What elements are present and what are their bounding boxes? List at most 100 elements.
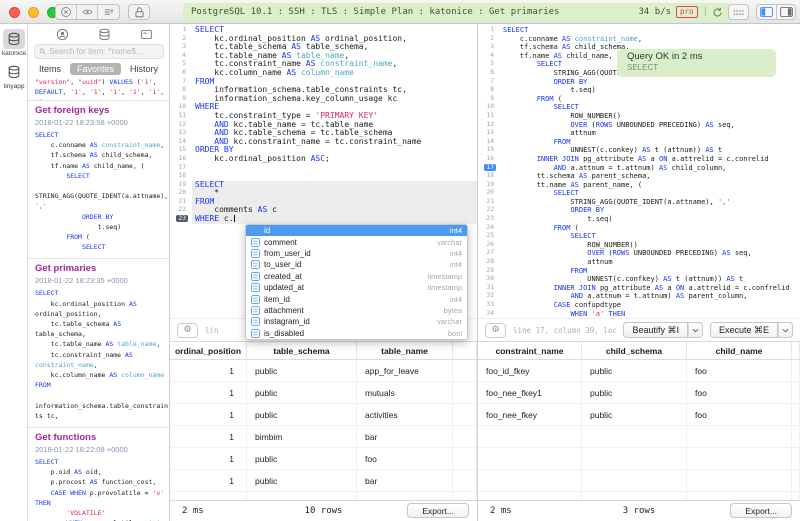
table-cell[interactable]: public: [247, 360, 357, 381]
table-row[interactable]: 1bimbimbar: [170, 426, 477, 448]
search-field[interactable]: [34, 44, 164, 59]
execute-menu-button[interactable]: [778, 322, 793, 338]
column-header[interactable]: table_name: [357, 342, 453, 359]
table-cell[interactable]: [478, 448, 582, 469]
table-cell[interactable]: 1: [170, 382, 247, 403]
table-cell[interactable]: [478, 492, 582, 500]
table-cell[interactable]: public: [582, 404, 687, 425]
column-header[interactable]: child_name: [687, 342, 792, 359]
code-line[interactable]: 32 AND a.attnum = t.attnum) AS parent_co…: [478, 292, 800, 301]
gear-button[interactable]: ⚙︎: [177, 323, 198, 338]
list-item[interactable]: Get functions2018-01-22 18:22:08 +0000SE…: [28, 427, 169, 521]
table-row[interactable]: [478, 426, 800, 448]
code-line[interactable]: 27 OVER (ROWS UNBOUNDED PRECEDING) AS se…: [478, 249, 800, 258]
table-cell[interactable]: bar: [357, 470, 453, 491]
code-line[interactable]: 2 c.conname AS constraint_name,: [478, 35, 800, 44]
table-row[interactable]: foo_nee_fkey1publicfoo: [478, 382, 800, 404]
table-row[interactable]: [478, 448, 800, 470]
export-button[interactable]: Export...: [730, 503, 792, 518]
lock-button[interactable]: [128, 4, 150, 20]
table-cell[interactable]: foo: [687, 382, 792, 403]
autocomplete-item[interactable]: from_user_idint4: [246, 248, 467, 259]
code-line[interactable]: 10 SELECT: [478, 103, 800, 112]
code-line[interactable]: 23 t.seq): [478, 215, 800, 224]
table-cell[interactable]: 1: [170, 360, 247, 381]
code-line[interactable]: 24 FROM (: [478, 224, 800, 233]
code-line[interactable]: 22 ORDER BY: [478, 206, 800, 215]
disconnect-button[interactable]: [56, 5, 77, 19]
table-row[interactable]: foo_id_fkeypublicfoo: [478, 360, 800, 382]
autocomplete-item[interactable]: item_idint4: [246, 293, 467, 304]
table-cell[interactable]: 1: [170, 426, 247, 447]
code-line[interactable]: 30 UNNEST(c.confkey) AS t (attnum)) AS t: [478, 275, 800, 284]
table-cell[interactable]: [582, 492, 687, 500]
database-button[interactable]: [98, 28, 111, 41]
code-line[interactable]: 29 FROM: [478, 267, 800, 276]
list-item[interactable]: Get foreign keys2018-01-22 18:23:58 +000…: [28, 100, 169, 258]
code-line[interactable]: 1SELECT: [478, 26, 800, 35]
table-cell[interactable]: [582, 470, 687, 491]
list-item-clipped[interactable]: "version", "uuid") VALUES ('1', DEFAULT,…: [28, 76, 169, 100]
table-row[interactable]: 1publicapp_for_leave: [170, 360, 477, 382]
table-cell[interactable]: public: [247, 382, 357, 403]
table-cell[interactable]: bar: [357, 426, 453, 447]
code-line[interactable]: 28 attnum: [478, 258, 800, 267]
table-cell[interactable]: [582, 448, 687, 469]
column-header[interactable]: constraint_name: [478, 342, 582, 359]
table-cell[interactable]: public: [582, 382, 687, 403]
table-cell[interactable]: bookings: [357, 492, 453, 500]
code-line[interactable]: 23WHERE c.: [170, 215, 477, 224]
table-cell[interactable]: foo_nee_fkey: [478, 404, 582, 425]
autocomplete-item[interactable]: is_disabledbool: [246, 328, 467, 339]
table-cell[interactable]: mutuals: [357, 382, 453, 403]
code-line[interactable]: 26 ROW_NUMBER(): [478, 241, 800, 250]
tab-favorites[interactable]: Favorites: [70, 63, 121, 75]
code-line[interactable]: 17 AND a.attnum = t.attnum) AS child_col…: [478, 164, 800, 173]
table-cell[interactable]: [478, 426, 582, 447]
table-cell[interactable]: foo: [357, 448, 453, 469]
table-cell[interactable]: [582, 426, 687, 447]
autocomplete-item[interactable]: created_attimestamp: [246, 271, 467, 282]
table-row[interactable]: 1publicbar: [170, 470, 477, 492]
table-cell[interactable]: [478, 470, 582, 491]
table-cell[interactable]: foo_nee_fkey1: [478, 382, 582, 403]
table-row[interactable]: [478, 492, 800, 500]
autocomplete-item[interactable]: updated_attimestamp: [246, 282, 467, 293]
autocomplete-item[interactable]: commentvarchar: [246, 236, 467, 247]
table-row[interactable]: foo_nee_fkeypublicfoo: [478, 404, 800, 426]
code-line[interactable]: 17: [170, 164, 477, 173]
code-line[interactable]: 20 SELECT: [478, 189, 800, 198]
table-cell[interactable]: public: [247, 470, 357, 491]
table-cell[interactable]: [687, 470, 792, 491]
toggle-right-panel-button[interactable]: [776, 4, 796, 20]
table-row[interactable]: 1publicbookings: [170, 492, 477, 500]
code-line[interactable]: 11 ROW_NUMBER(): [478, 112, 800, 121]
code-line[interactable]: 20 *: [170, 189, 477, 198]
code-line[interactable]: 16 kc.ordinal_position ASC;: [170, 155, 477, 164]
code-line[interactable]: 19 tt.name AS parent_name, (: [478, 181, 800, 190]
table-cell[interactable]: foo_id_fkey: [478, 360, 582, 381]
table-cell[interactable]: bimbim: [247, 426, 357, 447]
table-row[interactable]: 1publicfoo: [170, 448, 477, 470]
export-button[interactable]: Export...: [407, 503, 469, 518]
column-header[interactable]: table_schema: [247, 342, 357, 359]
beautify-button[interactable]: Beautify ⌘I: [623, 322, 688, 338]
table-cell[interactable]: app_for_leave: [357, 360, 453, 381]
table-cell[interactable]: 1: [170, 492, 247, 500]
autocomplete-item[interactable]: attachmentbytea: [246, 305, 467, 316]
code-line[interactable]: 14 FROM: [478, 138, 800, 147]
table-row[interactable]: [478, 470, 800, 492]
list-item[interactable]: Get primaries2018-01-22 18:23:35 +0000SE…: [28, 258, 169, 427]
tab-history[interactable]: History: [130, 64, 158, 74]
code-line[interactable]: 34 WHEN 'a' THEN: [478, 310, 800, 318]
code-line[interactable]: 21 STRING_AGG(QUOTE_IDENT(a.attname), ',…: [478, 198, 800, 207]
code-line[interactable]: 15 UNNEST(c.conkey) AS t (attnum)) AS t: [478, 146, 800, 155]
search-input[interactable]: [49, 47, 159, 56]
table-cell[interactable]: [687, 492, 792, 500]
table-cell[interactable]: 1: [170, 470, 247, 491]
execute-button[interactable]: Execute ⌘E: [710, 322, 778, 338]
minimize-window-button[interactable]: [28, 7, 39, 18]
code-line[interactable]: 8 t.seq): [478, 86, 800, 95]
refresh-button[interactable]: [712, 7, 723, 18]
preview-button[interactable]: [77, 5, 98, 19]
